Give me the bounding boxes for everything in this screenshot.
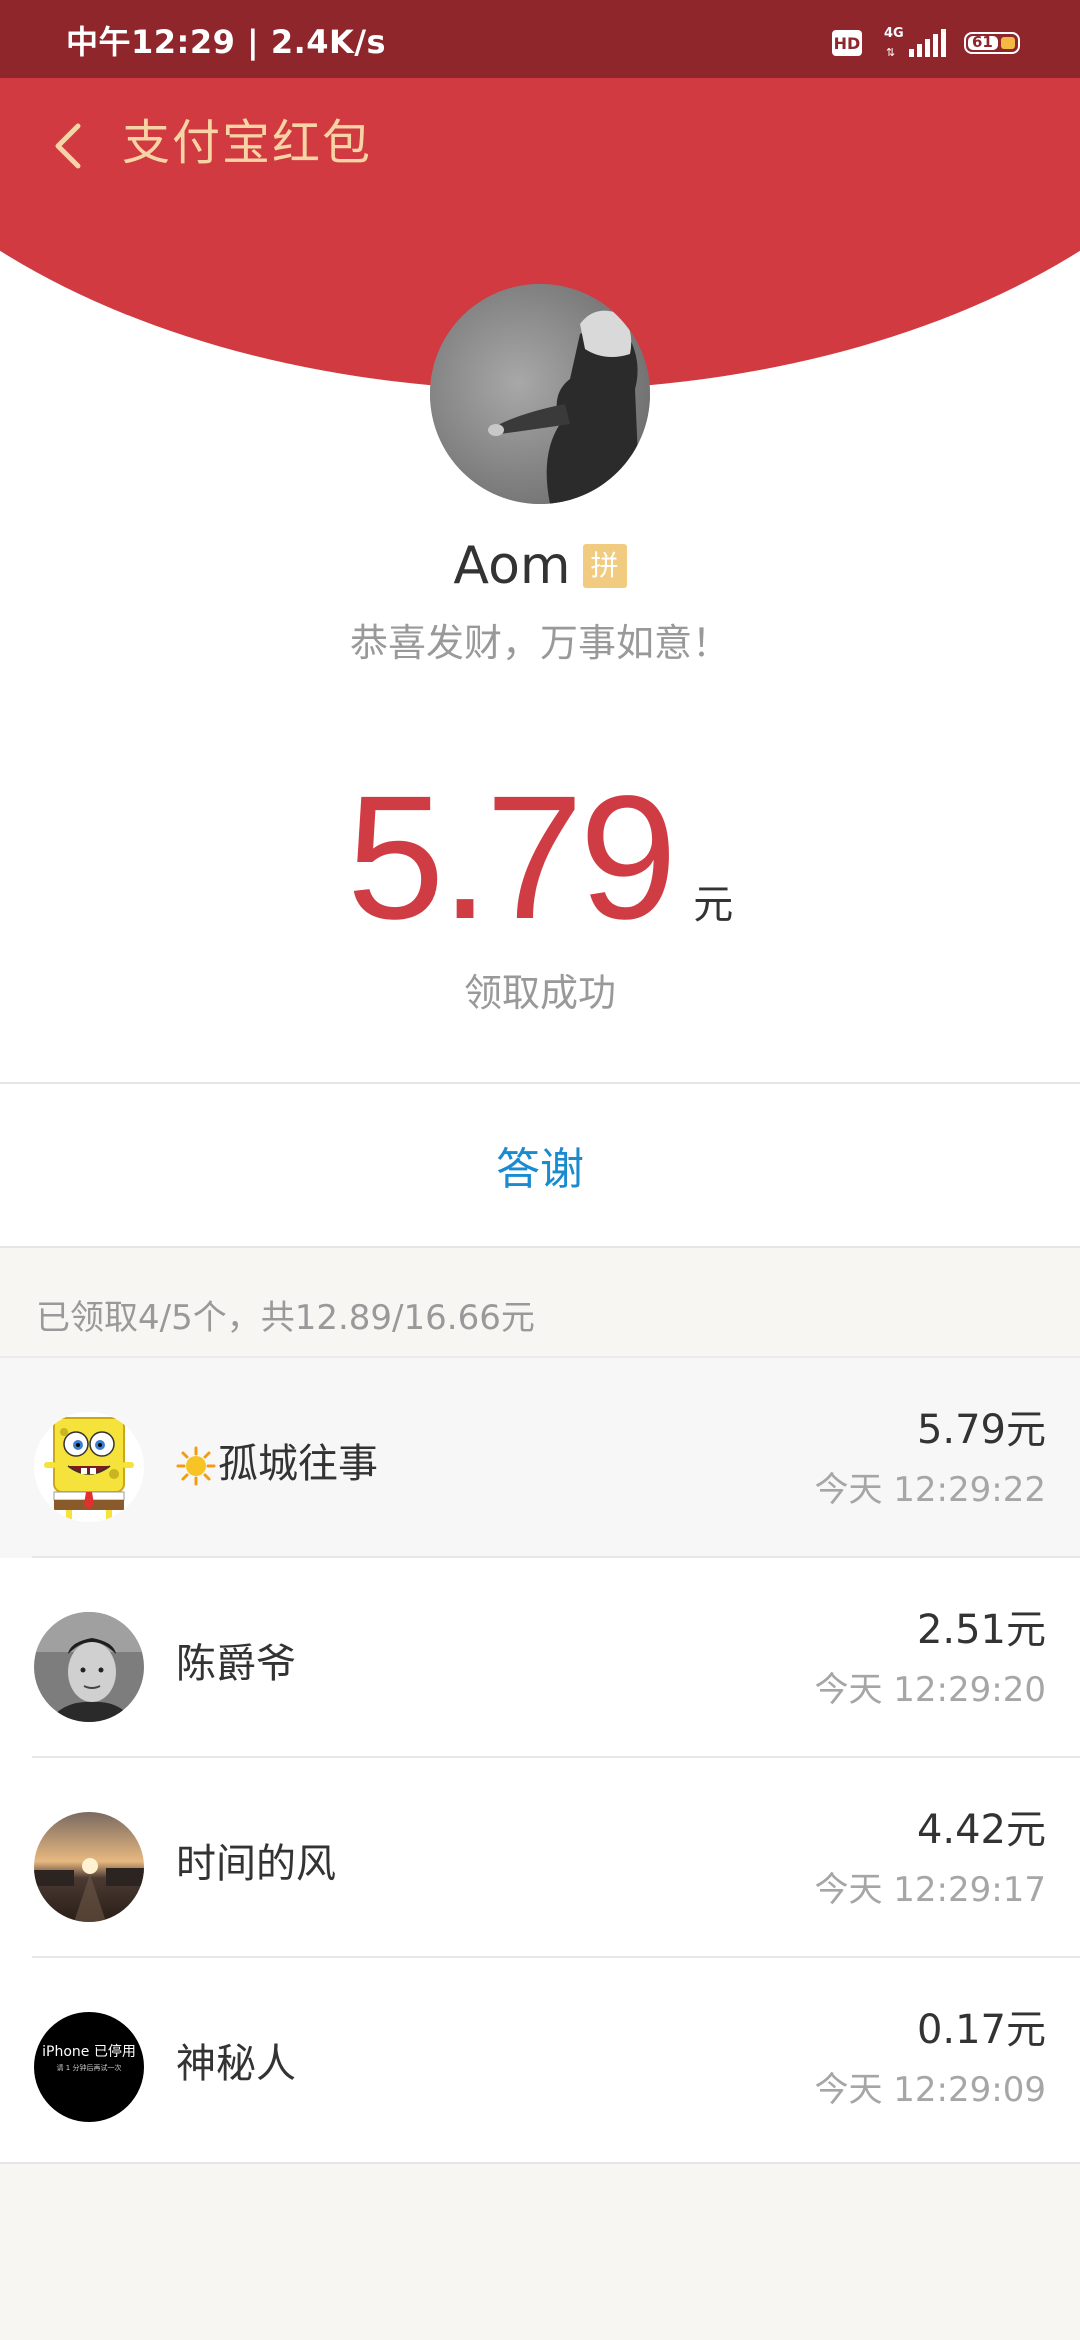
- greeting-message: 恭喜发财，万事如意！: [349, 621, 730, 665]
- amount-value: 5.79: [346, 760, 678, 956]
- red-packet-page: 中午12:29 | 2.4K/s HD 4G ⇅ 61 支付宝红包 Aom 拼 …: [0, 0, 1080, 2340]
- battery-icon: 61: [964, 32, 1020, 54]
- receiver-amount: 2.51元: [916, 1607, 1046, 1653]
- list-item[interactable]: 陈爵爷 2.51元 今天 12:29:20: [0, 1558, 1080, 1758]
- receiver-time: 今天 12:29:20: [814, 1670, 1046, 1710]
- receiver-name: 时间的风: [176, 1841, 336, 1887]
- receiver-time: 今天 12:29:17: [814, 1870, 1046, 1910]
- sender-info: Aom 拼: [0, 536, 1080, 596]
- photo-avatar[interactable]: [34, 1612, 144, 1722]
- receiver-amount: 0.17元: [916, 2007, 1046, 2053]
- receiver-name: 孤城往事: [176, 1440, 378, 1488]
- list-item[interactable]: 时间的风 4.42元 今天 12:29:17: [0, 1758, 1080, 1958]
- sender-name: Aom: [453, 536, 571, 596]
- spongebob-avatar[interactable]: [34, 1412, 144, 1522]
- navigation-bar: 支付宝红包: [0, 78, 1080, 213]
- receiver-amount: 5.79元: [916, 1407, 1046, 1453]
- sunset-avatar[interactable]: [34, 1812, 144, 1922]
- claim-summary: 已领取4/5个，共12.89/16.66元: [36, 1298, 535, 1338]
- amount-unit: 元: [693, 882, 734, 928]
- network-type-label: 4G: [884, 26, 904, 41]
- chevron-left-icon[interactable]: [48, 118, 88, 174]
- receiver-name: 陈爵爷: [176, 1641, 296, 1687]
- group-packet-badge: 拼: [582, 544, 627, 588]
- page-title: 支付宝红包: [122, 115, 373, 171]
- signal-strength-icon: [906, 29, 946, 57]
- status-indicators: HD 4G ⇅ 61: [832, 26, 1020, 59]
- list-item[interactable]: iPhone 已停用 请 1 分钟后再试一次 神秘人 0.17元 今天 12:2…: [0, 1958, 1080, 2158]
- sunset-photo: [34, 1812, 144, 1922]
- sun-icon: [176, 1446, 216, 1486]
- spongebob-image: [34, 1412, 144, 1522]
- person-photo: [34, 1612, 144, 1722]
- hd-icon: HD: [832, 30, 862, 56]
- claim-status: 领取成功: [463, 971, 616, 1015]
- sender-avatar[interactable]: [430, 284, 650, 504]
- receiver-time: 今天 12:29:22: [814, 1470, 1046, 1510]
- thanks-button[interactable]: 答谢: [0, 1084, 1080, 1246]
- status-bar: 中午12:29 | 2.4K/s HD 4G ⇅ 61: [0, 0, 1080, 78]
- receiver-time: 今天 12:29:09: [814, 2070, 1046, 2110]
- network-4g-icon: 4G ⇅: [884, 26, 904, 59]
- receiver-name: 神秘人: [176, 2041, 296, 2087]
- receiver-list: 孤城往事 5.79元 今天 12:29:22 陈爵爷 2.51元 今天 12:2…: [0, 1356, 1080, 2164]
- sender-photo: [430, 284, 650, 504]
- received-amount: 5.79 元: [0, 770, 1080, 946]
- status-time-speed: 中午12:29 | 2.4K/s: [66, 23, 387, 61]
- receiver-amount: 4.42元: [916, 1807, 1046, 1853]
- thanks-section: 答谢: [0, 1084, 1080, 1248]
- list-item[interactable]: 孤城往事 5.79元 今天 12:29:22: [0, 1358, 1080, 1558]
- avatar-text: iPhone 已停用: [42, 2044, 136, 2060]
- receiver-name-text: 孤城往事: [218, 1441, 378, 1487]
- data-arrows-icon: ⇅: [886, 46, 896, 59]
- avatar-subtext: 请 1 分钟后再试一次: [56, 2064, 122, 2072]
- iphone-disabled-avatar[interactable]: iPhone 已停用 请 1 分钟后再试一次: [34, 2012, 144, 2122]
- battery-level: 61: [972, 33, 993, 51]
